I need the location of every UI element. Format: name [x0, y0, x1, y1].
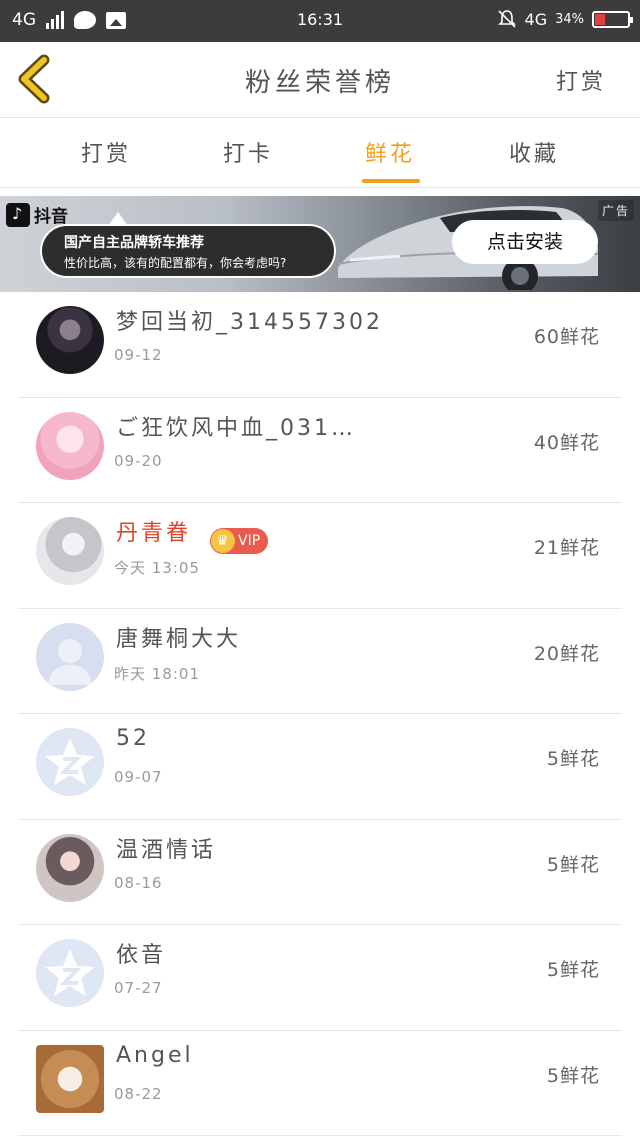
- list-item[interactable]: 温酒情话 08-16 5鲜花: [18, 820, 622, 925]
- list-item[interactable]: 丹青眷 VIP 今天 13:05 21鲜花: [18, 503, 622, 609]
- user-name: 唐舞桐大大: [116, 626, 242, 652]
- battery-icon: [592, 10, 633, 28]
- status-bar: 4G 16:31 4G 34%: [0, 0, 640, 42]
- user-date: 09-12: [114, 346, 163, 364]
- avatar[interactable]: [36, 728, 104, 796]
- user-date: 今天 13:05: [114, 559, 200, 577]
- fan-ranking-list: 梦回当初_314557302 09-12 60鲜花 ご狂饮风中血_031… 09…: [18, 292, 622, 1136]
- user-name: ご狂饮风中血_031…: [116, 415, 356, 441]
- user-date: 09-20: [114, 451, 163, 470]
- ad-subtext: 性价比高，该有的配置都有，你会考虑吗?: [64, 256, 287, 270]
- avatar[interactable]: [36, 622, 104, 691]
- ad-banner[interactable]: 抖音 国产自主品牌轿车推荐 性价比高，该有的配置都有，你会考虑吗? 点击安装 广…: [0, 196, 640, 292]
- avatar[interactable]: [36, 1044, 104, 1113]
- user-date: 07-27: [114, 979, 163, 997]
- page-title: 粉丝荣誉榜: [244, 68, 395, 98]
- list-item[interactable]: ご狂饮风中血_031… 09-20 40鲜花: [18, 398, 622, 503]
- install-button[interactable]: 点击安装: [452, 220, 598, 264]
- ad-headline: 国产自主品牌轿车推荐: [64, 235, 204, 251]
- tiktok-logo-icon: [6, 202, 30, 227]
- user-name: 温酒情话: [116, 837, 217, 863]
- qzone-star-icon: [45, 738, 95, 785]
- list-item[interactable]: 依音 07-27 5鲜花: [18, 925, 622, 1031]
- flower-count: 60鲜花: [533, 326, 600, 348]
- avatar[interactable]: [36, 517, 104, 585]
- crown-icon: [211, 529, 235, 553]
- list-item[interactable]: 52 09-07 5鲜花: [18, 714, 622, 820]
- mute-icon: [497, 10, 516, 28]
- tip-button[interactable]: 打赏: [556, 64, 606, 96]
- app-header: 粉丝荣誉榜 打赏: [0, 42, 640, 118]
- user-date: 昨天 18:01: [114, 664, 200, 683]
- qzone-star-icon: [45, 949, 95, 996]
- tab-favorites[interactable]: 收藏: [474, 136, 594, 168]
- flower-count: 40鲜花: [533, 431, 600, 454]
- avatar[interactable]: [36, 939, 104, 1007]
- flower-count: 5鲜花: [546, 853, 600, 876]
- avatar[interactable]: [36, 306, 104, 374]
- user-date: 08-22: [114, 1084, 163, 1103]
- flower-count: 5鲜花: [546, 748, 600, 770]
- avatar[interactable]: [36, 411, 104, 480]
- tab-tip[interactable]: 打赏: [46, 136, 166, 168]
- list-item[interactable]: Angel 08-22 5鲜花: [18, 1031, 622, 1136]
- ad-brand: 抖音: [6, 202, 68, 227]
- ad-label: 广告: [597, 200, 634, 221]
- user-date: 09-07: [114, 768, 163, 786]
- tab-bar: 打赏 打卡 鲜花 收藏: [0, 118, 640, 188]
- vip-badge: VIP: [210, 528, 268, 554]
- flower-count: 21鲜花: [533, 537, 600, 559]
- ad-bubble: 国产自主品牌轿车推荐 性价比高，该有的配置都有，你会考虑吗?: [40, 224, 336, 278]
- avatar[interactable]: [36, 833, 104, 902]
- flower-count: 20鲜花: [533, 642, 600, 665]
- flower-count: 5鲜花: [546, 1064, 600, 1087]
- user-name: 依音: [116, 943, 167, 968]
- tab-checkin[interactable]: 打卡: [188, 136, 308, 168]
- battery-percent: 34%: [555, 11, 584, 27]
- network-right-label: 4G: [524, 9, 548, 29]
- list-item[interactable]: 梦回当初_314557302 09-12 60鲜花: [18, 292, 622, 398]
- user-name: 梦回当初_314557302: [116, 310, 383, 335]
- default-person-icon: [48, 638, 92, 685]
- list-item[interactable]: 唐舞桐大大 昨天 18:01 20鲜花: [18, 609, 622, 714]
- user-name: 52: [116, 726, 150, 751]
- user-date: 08-16: [114, 873, 163, 892]
- tab-flowers[interactable]: 鲜花: [330, 136, 450, 168]
- user-name: Angel: [116, 1042, 194, 1068]
- flower-count: 5鲜花: [546, 959, 600, 981]
- user-name: 丹青眷: [116, 521, 192, 546]
- vip-label: VIP: [238, 533, 261, 549]
- active-tab-indicator: [362, 179, 420, 183]
